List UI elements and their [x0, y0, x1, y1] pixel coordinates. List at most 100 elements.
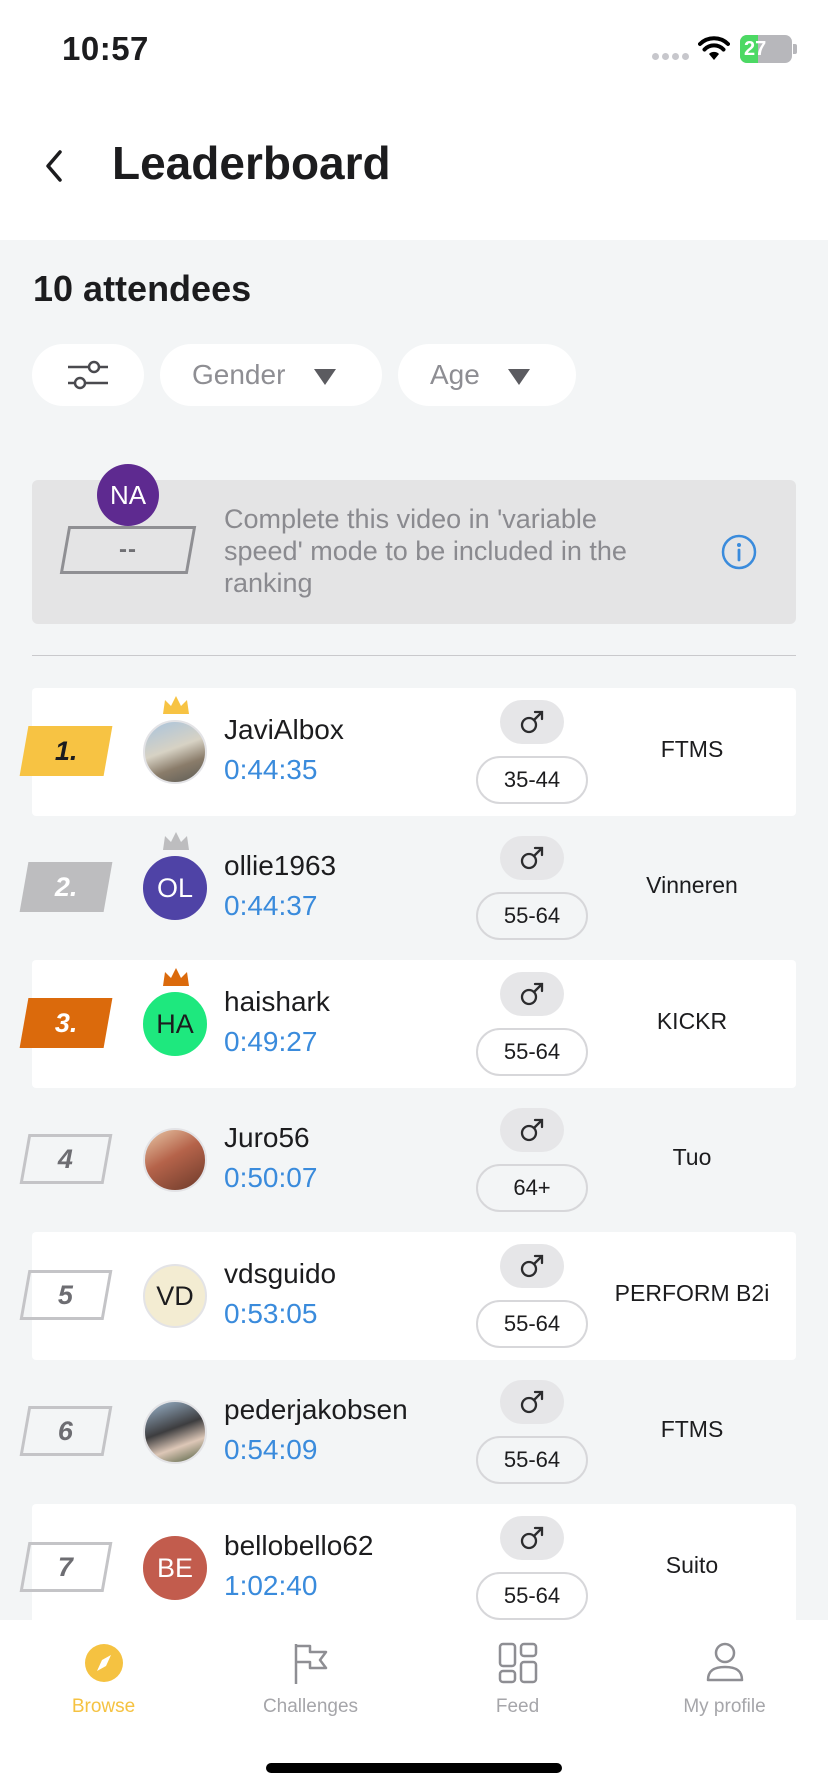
finish-time: 1:02:40: [224, 1570, 318, 1601]
leaderboard-row[interactable]: 5 VD vdsguido 0:53:05 55-64 PERFORM B2i: [0, 1232, 828, 1360]
username: haishark: [224, 986, 330, 1017]
finish-time: 0:44:35: [224, 754, 318, 785]
age-group-pill: 35-44: [476, 756, 588, 804]
grid-icon: [498, 1642, 537, 1684]
tab-label: My profile: [683, 1696, 766, 1717]
leaderboard-row[interactable]: 4 Juro56 0:50:07 64+ Tuo: [0, 1096, 828, 1224]
gold-crown-icon: [163, 696, 189, 714]
leaderboard-row[interactable]: 6 pederjakobsen 0:54:09 55-64 FTMS: [0, 1368, 828, 1496]
gender-filter-dropdown[interactable]: Gender: [160, 344, 382, 406]
ranking-requirement-note: Complete this video in 'variable speed' …: [224, 504, 627, 598]
cellular-signal-icon: [652, 53, 689, 60]
rank-badge: 2.: [19, 862, 113, 912]
male-gender-icon: [500, 1108, 564, 1152]
leaderboard-row[interactable]: 1. JaviAlbox 0:44:35 35-44 FTMS: [0, 688, 828, 816]
username: JaviAlbox: [224, 714, 344, 745]
male-gender-icon: [500, 972, 564, 1016]
header: Leaderboard: [0, 100, 828, 240]
rank-badge: 3.: [19, 998, 113, 1048]
current-user-avatar: NA: [97, 464, 159, 526]
age-group-pill: 55-64: [476, 1028, 588, 1076]
leaderboard-row[interactable]: 7 BE bellobello62 1:02:40 55-64 Suito: [0, 1504, 828, 1632]
trainer-device: FTMS: [660, 1416, 724, 1442]
age-group-pill: 64+: [476, 1164, 588, 1212]
tab-feed[interactable]: Feed: [414, 1620, 621, 1730]
rank-text: 4: [58, 1143, 74, 1174]
avatar: [143, 1128, 207, 1192]
wifi-icon: [698, 36, 730, 60]
caret-down-icon: [508, 369, 530, 385]
leaderboard-row[interactable]: 2. OL ollie1963 0:44:37 55-64 Vinneren: [0, 824, 828, 952]
tab-challenges[interactable]: Challenges: [207, 1620, 414, 1730]
tab-my-profile[interactable]: My profile: [621, 1620, 828, 1730]
current-user-rank: --: [59, 526, 197, 574]
age-group-pill: 55-64: [476, 1300, 588, 1348]
current-user-rank-text: --: [119, 536, 137, 563]
rank-badge: 6: [19, 1406, 113, 1456]
rank-badge: 1.: [19, 726, 113, 776]
age-filter-label: Age: [430, 359, 480, 390]
male-gender-icon: [500, 1244, 564, 1288]
finish-time: 0:44:37: [224, 890, 318, 921]
male-gender-icon: [500, 1380, 564, 1424]
male-gender-icon: [500, 836, 564, 880]
filter-settings-button[interactable]: [32, 344, 144, 406]
tab-label: Challenges: [262, 1696, 359, 1717]
rank-text: 3.: [54, 1007, 78, 1038]
trainer-device: KICKR: [656, 1008, 728, 1034]
tab-browse[interactable]: Browse: [0, 1620, 207, 1730]
rank-badge: 7: [19, 1542, 113, 1592]
finish-time: 0:53:05: [224, 1298, 318, 1329]
back-chevron-icon[interactable]: [40, 146, 70, 186]
male-gender-icon: [500, 1516, 564, 1560]
avatar: [143, 1400, 207, 1464]
rank-text: 5: [58, 1279, 74, 1310]
age-group-pill: 55-64: [476, 892, 588, 940]
finish-time: 0:50:07: [224, 1162, 318, 1193]
username: bellobello62: [224, 1530, 374, 1561]
sliders-icon: [68, 360, 108, 390]
finish-time: 0:54:09: [224, 1434, 318, 1465]
trainer-device: Tuo: [672, 1144, 712, 1170]
person-icon: [706, 1642, 743, 1682]
username: pederjakobsen: [224, 1394, 408, 1425]
username: Juro56: [224, 1122, 310, 1153]
attendees-count: 10 attendees: [33, 268, 252, 309]
status-time: 10:57: [62, 30, 149, 67]
rank-text: 2.: [54, 871, 78, 902]
finish-time: 0:49:27: [224, 1026, 318, 1057]
battery-icon: 27: [740, 35, 792, 63]
username: vdsguido: [224, 1258, 337, 1289]
avatar: [143, 720, 207, 784]
trainer-device: Suito: [665, 1552, 719, 1578]
age-group-pill: 55-64: [476, 1436, 588, 1484]
age-group-pill: 55-64: [476, 1572, 588, 1620]
battery-cap: [793, 44, 797, 54]
age-filter-dropdown[interactable]: Age: [398, 344, 576, 406]
avatar: OL: [143, 856, 207, 920]
male-gender-icon: [500, 700, 564, 744]
trainer-device: PERFORM B2i: [614, 1280, 770, 1306]
gender-filter-label: Gender: [192, 359, 286, 390]
leaderboard-row[interactable]: 3. HA haishark 0:49:27 55-64 KICKR: [0, 960, 828, 1088]
page-title: Leaderboard: [112, 137, 391, 189]
tab-label: Feed: [495, 1696, 540, 1717]
rank-text: 7: [58, 1551, 74, 1582]
rank-text: 6: [58, 1415, 74, 1446]
rank-badge: 4: [19, 1134, 113, 1184]
caret-down-icon: [314, 369, 336, 385]
status-bar: 10:57 27: [0, 0, 828, 100]
silver-crown-icon: [163, 832, 189, 850]
flag-icon: [294, 1644, 327, 1684]
bronze-crown-icon: [163, 968, 189, 986]
home-indicator: [266, 1763, 562, 1773]
info-icon[interactable]: [720, 533, 758, 571]
rank-badge: 5: [19, 1270, 113, 1320]
trainer-device: Vinneren: [646, 872, 738, 898]
rank-text: 1.: [54, 735, 78, 766]
avatar: BE: [143, 1536, 207, 1600]
compass-icon: [84, 1644, 123, 1682]
avatar: HA: [143, 992, 207, 1056]
tab-label: Browse: [71, 1696, 136, 1717]
trainer-device: FTMS: [660, 736, 724, 762]
